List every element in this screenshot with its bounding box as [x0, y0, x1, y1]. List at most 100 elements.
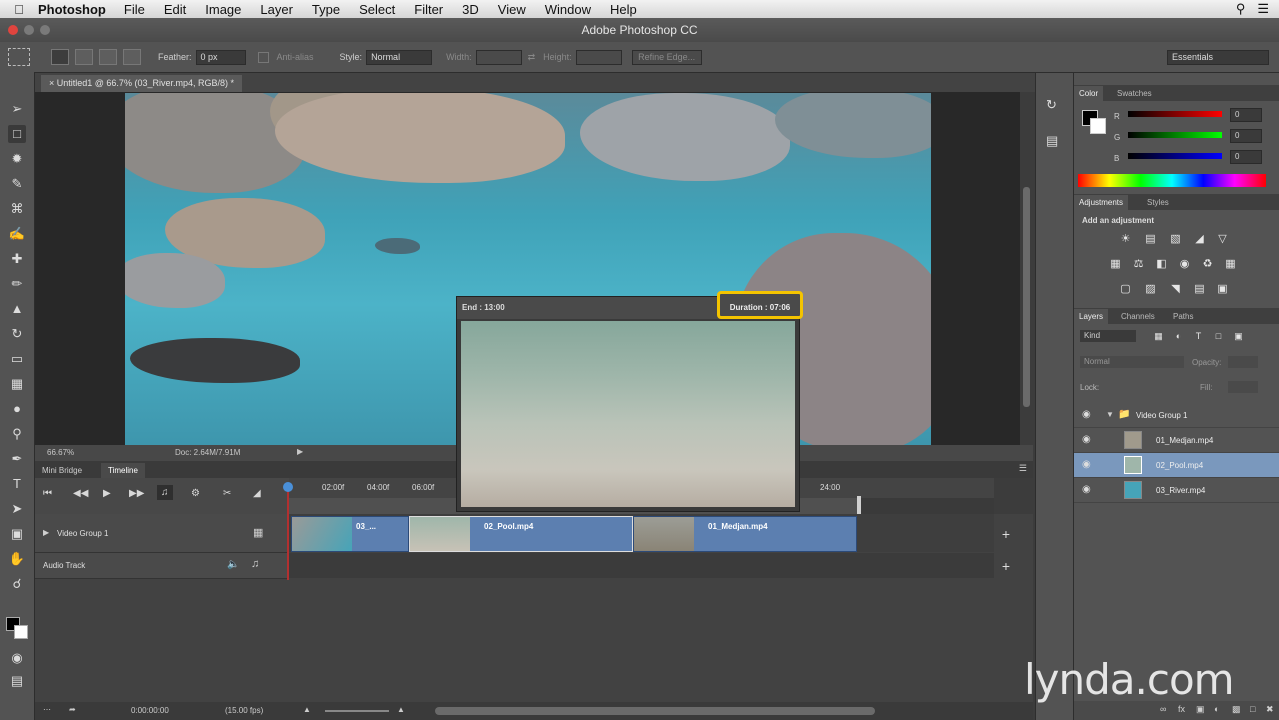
refine-edge-button[interactable]: Refine Edge... — [631, 49, 702, 65]
scrollbar-thumb[interactable] — [1023, 187, 1030, 407]
marquee-preset-icon[interactable] — [8, 48, 30, 66]
tab-swatches[interactable]: Swatches — [1112, 86, 1157, 101]
visibility-eye-icon[interactable]: ◉ — [1082, 459, 1091, 470]
transition-icon[interactable]: ◢ — [253, 488, 261, 499]
style-select[interactable]: Normal — [366, 49, 433, 65]
add-audio-track-icon[interactable]: + — [998, 558, 1014, 574]
curves-adjust-icon[interactable]: ▧ — [1169, 233, 1182, 246]
filter-adjustment-icon[interactable]: ◐ — [1172, 330, 1185, 343]
settings-gear-icon[interactable]: ⚙ — [191, 488, 200, 499]
speaker-icon[interactable]: 🔈 — [227, 559, 239, 570]
close-window-icon[interactable] — [8, 25, 18, 35]
properties-panel-icon[interactable]: ▤ — [1046, 133, 1058, 149]
fill-input[interactable] — [1228, 381, 1258, 393]
layer-filter-kind-select[interactable]: Kind — [1080, 330, 1136, 342]
document-tab[interactable]: × Untitled1 @ 66.7% (03_River.mp4, RGB/8… — [41, 75, 242, 92]
zoom-out-timeline-icon[interactable]: ▲ — [303, 705, 311, 714]
posterize-adjust-icon[interactable]: ▨ — [1144, 283, 1157, 296]
canvas-vertical-scrollbar[interactable] — [1020, 92, 1033, 445]
go-to-first-frame-icon[interactable]: ⏮ — [43, 488, 52, 499]
width-input[interactable] — [475, 49, 522, 65]
dodge-tool-icon[interactable]: ⚲ — [8, 425, 26, 443]
black-white-adjust-icon[interactable]: ◧ — [1155, 258, 1168, 271]
photo-filter-adjust-icon[interactable]: ◉ — [1178, 258, 1191, 271]
channel-mixer-adjust-icon[interactable]: ♻ — [1201, 258, 1214, 271]
blue-slider[interactable] — [1128, 153, 1222, 159]
status-menu-arrow-icon[interactable]: ▶ — [297, 447, 303, 456]
layer-row-selected[interactable]: ◉ 02_Pool.mp4 — [1074, 453, 1279, 478]
menu-3d[interactable]: 3D — [462, 2, 479, 17]
antialias-checkbox[interactable] — [257, 51, 269, 63]
menu-view[interactable]: View — [498, 2, 526, 17]
timeline-zoom-slider[interactable] — [325, 710, 389, 712]
panel-menu-icon[interactable]: ☰ — [1019, 463, 1027, 474]
exposure-adjust-icon[interactable]: ◢ — [1193, 233, 1206, 246]
subtract-selection-icon[interactable] — [99, 49, 117, 65]
work-area-end-handle[interactable] — [857, 496, 861, 514]
playhead-handle[interactable] — [283, 482, 293, 492]
clip-01-medjan[interactable]: 01_Medjan.mp4 — [633, 516, 857, 552]
tab-adjustments[interactable]: Adjustments — [1074, 195, 1129, 210]
selective-color-adjust-icon[interactable]: ▣ — [1216, 283, 1229, 296]
intersect-selection-icon[interactable] — [123, 49, 141, 65]
split-at-playhead-icon[interactable]: ✂ — [223, 488, 231, 499]
layer-row[interactable]: ◉ ▼ 📁 Video Group 1 — [1074, 403, 1279, 428]
tab-styles[interactable]: Styles — [1142, 195, 1174, 210]
zoom-tool-icon[interactable]: ☌ — [8, 575, 26, 593]
audio-note-icon[interactable]: ♫ — [251, 558, 259, 570]
levels-adjust-icon[interactable]: ▤ — [1144, 233, 1157, 246]
color-spectrum-ramp[interactable] — [1078, 174, 1266, 187]
lasso-tool-icon[interactable]: ✹ — [8, 150, 26, 168]
new-layer-icon[interactable]: □ — [1250, 704, 1255, 714]
hand-tool-icon[interactable]: ✋ — [8, 550, 26, 568]
clip-03-river[interactable]: 03_... — [291, 516, 409, 552]
playhead[interactable] — [287, 484, 289, 580]
feather-input[interactable]: 0 px — [195, 49, 246, 65]
add-mask-icon[interactable]: ▣ — [1196, 704, 1205, 715]
threshold-adjust-icon[interactable]: ◥ — [1169, 283, 1182, 296]
visibility-eye-icon[interactable]: ◉ — [1082, 434, 1091, 445]
mute-audio-icon[interactable]: ♫ — [157, 485, 173, 500]
visibility-eye-icon[interactable]: ◉ — [1082, 409, 1091, 420]
notification-list-icon[interactable]: ☰ — [1257, 1, 1269, 17]
menu-select[interactable]: Select — [359, 2, 395, 17]
close-tab-icon[interactable]: × — [49, 78, 57, 88]
filter-shape-icon[interactable]: □ — [1212, 330, 1225, 343]
blue-value[interactable]: 0 — [1230, 150, 1262, 164]
tab-color[interactable]: Color — [1074, 86, 1104, 101]
menu-type[interactable]: Type — [312, 2, 340, 17]
blur-tool-icon[interactable]: ● — [8, 400, 26, 418]
zoom-in-timeline-icon[interactable]: ▲ — [397, 705, 405, 714]
clip-02-pool[interactable]: 02_Pool.mp4 — [409, 516, 633, 552]
menu-help[interactable]: Help — [610, 2, 637, 17]
swap-icon[interactable]: ⇄ — [528, 52, 536, 63]
apple-icon[interactable]:  — [0, 2, 38, 17]
eyedropper-tool-icon[interactable]: ✍ — [8, 225, 26, 243]
screen-mode-icon[interactable]: ▤ — [8, 672, 26, 690]
fx-icon[interactable]: fx — [1178, 704, 1185, 714]
tab-channels[interactable]: Channels — [1116, 309, 1160, 324]
green-slider[interactable] — [1128, 132, 1222, 138]
color-balance-adjust-icon[interactable]: ⚖ — [1132, 258, 1145, 271]
quick-select-tool-icon[interactable]: ✎ — [8, 175, 26, 193]
path-selection-tool-icon[interactable]: ➤ — [8, 500, 26, 518]
menu-file[interactable]: File — [124, 2, 145, 17]
tab-timeline[interactable]: Timeline — [101, 463, 145, 478]
timeline-horizontal-scrollbar[interactable] — [435, 707, 875, 715]
clone-stamp-tool-icon[interactable]: ▲ — [8, 300, 26, 318]
brightness-adjust-icon[interactable]: ☀ — [1119, 233, 1132, 246]
filter-smart-object-icon[interactable]: ▣ — [1232, 330, 1245, 343]
menu-image[interactable]: Image — [205, 2, 241, 17]
menu-edit[interactable]: Edit — [164, 2, 186, 17]
background-color-swatch[interactable] — [14, 625, 28, 639]
layer-row[interactable]: ◉ 03_River.mp4 — [1074, 478, 1279, 503]
tab-paths[interactable]: Paths — [1168, 309, 1198, 324]
render-video-icon[interactable]: ➦ — [69, 705, 76, 714]
convert-to-frame-icon[interactable]: ⋯ — [43, 705, 51, 714]
play-icon[interactable]: ▶ — [103, 488, 111, 499]
new-group-icon[interactable]: ▩ — [1232, 704, 1241, 715]
next-frame-icon[interactable]: ▶▶ — [129, 488, 144, 499]
visibility-eye-icon[interactable]: ◉ — [1082, 484, 1091, 495]
green-value[interactable]: 0 — [1230, 129, 1262, 143]
minimize-window-icon[interactable] — [24, 25, 34, 35]
